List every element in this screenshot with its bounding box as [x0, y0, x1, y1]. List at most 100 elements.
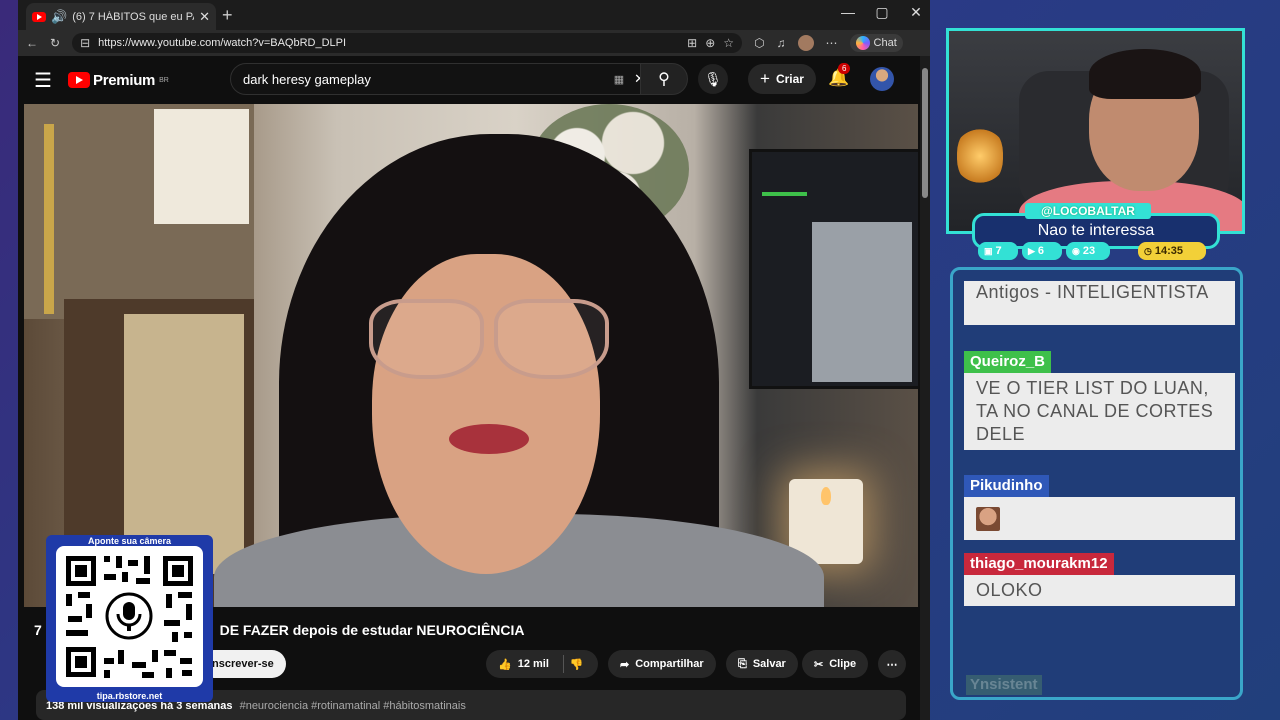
qr-top-text: Aponte sua câmera [87, 536, 172, 546]
tab-title: (6) 7 HÁBITOS que eu PAREI D [72, 10, 194, 23]
youtube-count: 6 [1037, 245, 1045, 257]
kick-count: 23 [1082, 245, 1096, 257]
youtube-premium-logo[interactable]: Premium BR [68, 72, 208, 89]
speaker-icon[interactable]: 🔊 [51, 10, 67, 23]
minimize-icon[interactable]: — [840, 4, 856, 21]
keyboard-icon[interactable]: ▦ [614, 73, 624, 86]
qr-bottom-text: tipa.rbstore.net [96, 691, 163, 701]
clip-button[interactable]: ✂ Clipe [802, 650, 869, 678]
book [44, 124, 54, 314]
more-actions-button[interactable]: ⋯ [878, 650, 906, 678]
chat-message-text: VE O TIER LIST DO LUAN, TA NO CANAL DE C… [964, 373, 1235, 450]
voice-search-button[interactable]: 🎙 [698, 64, 728, 94]
browser-tab[interactable]: 🔊 (6) 7 HÁBITOS que eu PAREI D ✕ [26, 3, 216, 30]
zoom-icon[interactable]: ⊕ [705, 36, 715, 50]
chat-message: thiago_mourakm12 OLOKO [964, 553, 1235, 606]
app-available-icon[interactable]: ⊞ [687, 36, 697, 50]
chat-username: Queiroz_B [964, 351, 1052, 373]
youtube-favicon-icon [32, 11, 46, 22]
reload-icon[interactable]: ↻ [50, 36, 60, 50]
page-scrollbar[interactable] [920, 56, 930, 720]
menu-icon[interactable]: ☰ [34, 68, 64, 93]
emote-icon [976, 507, 1000, 531]
streamer-handle: @LOCOBALTAR [1025, 203, 1151, 219]
bookmark-icon: ⎘ [738, 657, 747, 670]
site-info-icon[interactable]: ⊟ [80, 36, 90, 50]
search-query: dark heresy gameplay [243, 71, 371, 87]
like-count: 12 mil [517, 658, 549, 670]
like-button[interactable]: 👍 12 mil 👎 [486, 650, 598, 678]
kick-viewers: ◉ 23 [1066, 242, 1110, 260]
youtube-viewers: ▶ 6 [1022, 242, 1062, 260]
more-icon: ⋯ [886, 658, 898, 671]
favorite-star-icon[interactable]: ☆ [723, 36, 734, 50]
viewer-stats: ▣ 7 ▶ 6 ◉ 23 ◷ 14:35 [978, 242, 1218, 260]
create-button[interactable]: + Criar [748, 64, 816, 94]
share-label: Compartilhar [635, 658, 704, 670]
qr-code [56, 546, 203, 687]
thumbs-down-icon[interactable]: 👎 [570, 658, 584, 671]
logo-region: BR [159, 76, 169, 84]
create-label: Criar [775, 72, 804, 86]
faded-chat-username: Ynsistent [966, 675, 1042, 695]
scrollbar-thumb[interactable] [922, 68, 928, 198]
glasses-left-lens [369, 299, 484, 379]
search-button[interactable]: ⚲ [640, 63, 688, 95]
chat-message: Antigos - INTELIGENTISTA [964, 281, 1235, 325]
url-field[interactable]: ⊟ https://www.youtube.com/watch?v=BAQbRD… [72, 33, 743, 53]
browser-profile-avatar[interactable] [797, 35, 814, 51]
extensions-icon[interactable]: ⬡ [754, 36, 764, 50]
share-button[interactable]: ➦ Compartilhar [608, 650, 716, 678]
lamp [957, 126, 1003, 186]
notifications-button[interactable]: 🔔 6 [828, 63, 851, 88]
more-options-icon[interactable]: ⋯ [826, 36, 838, 50]
thumbs-up-icon: 👍 [498, 658, 512, 671]
stream-chat: Antigos - INTELIGENTISTA Queiroz_B VE O … [950, 267, 1243, 700]
youtube-header: ☰ Premium BR dark heresy gameplay ▦ ✕ ⚲ … [18, 56, 920, 104]
video-player[interactable] [24, 104, 918, 607]
stream-timer: ◷ 14:35 [1138, 242, 1206, 260]
qr-code-graphic [66, 556, 193, 678]
save-button[interactable]: ⎘ Salvar [726, 650, 798, 678]
search-icon: ⚲ [658, 71, 670, 88]
glasses-right-lens [494, 299, 609, 379]
account-avatar[interactable] [870, 67, 894, 91]
chat-message: Queiroz_B VE O TIER LIST DO LUAN, TA NO … [964, 351, 1235, 450]
window-controls: — ▢ ✕ [840, 4, 924, 21]
url-text: https://www.youtube.com/watch?v=BAQbRD_D… [98, 37, 347, 49]
background-monitor [749, 149, 918, 389]
back-icon[interactable]: ← [26, 36, 38, 50]
like-divider [562, 655, 564, 673]
youtube-play-icon [68, 72, 90, 88]
share-icon: ➦ [620, 658, 630, 671]
chat-message-text: OLOKO [964, 575, 1235, 606]
save-label: Salvar [752, 658, 786, 670]
twitch-viewers: ▣ 7 [978, 242, 1018, 260]
streamer-hair [1089, 49, 1201, 99]
media-control-icon[interactable]: ♫ [777, 36, 786, 50]
copilot-icon [855, 36, 870, 50]
youtube-icon: ▶ [1028, 245, 1035, 256]
monitor-bar [762, 192, 807, 196]
search-input[interactable]: dark heresy gameplay ▦ ✕ [230, 63, 656, 95]
maximize-icon[interactable]: ▢ [874, 4, 890, 21]
twitch-count: 7 [995, 245, 1002, 257]
address-bar: ← ↻ ⊟ https://www.youtube.com/watch?v=BA… [18, 30, 930, 56]
copilot-chat-button[interactable]: Chat [849, 34, 903, 52]
close-tab-icon[interactable]: ✕ [199, 10, 210, 23]
chat-username: Pikudinho [964, 475, 1049, 497]
tab-bar: 🔊 (6) 7 HÁBITOS que eu PAREI D ✕ + — ▢ ✕ [18, 0, 930, 30]
hashtags[interactable]: #neurociencia #rotinamatinal #hábitosmat… [240, 700, 466, 712]
chat-label: Chat [873, 37, 897, 49]
twitch-icon: ▣ [984, 245, 993, 256]
book [154, 109, 249, 224]
qr-code-overlay: Aponte sua câmera tipa.rbstore.net [46, 535, 213, 702]
new-tab-icon[interactable]: + [222, 5, 233, 26]
plus-icon: + [760, 69, 770, 88]
monitor-window [812, 222, 912, 382]
close-window-icon[interactable]: ✕ [908, 4, 924, 21]
chat-message-emote-row [964, 497, 1235, 540]
chat-message: Pikudinho [964, 475, 1235, 540]
video-title-rest: DE FAZER depois de estudar NEUROCIÊNCIA [219, 622, 525, 638]
kick-icon: ◉ [1072, 245, 1080, 256]
